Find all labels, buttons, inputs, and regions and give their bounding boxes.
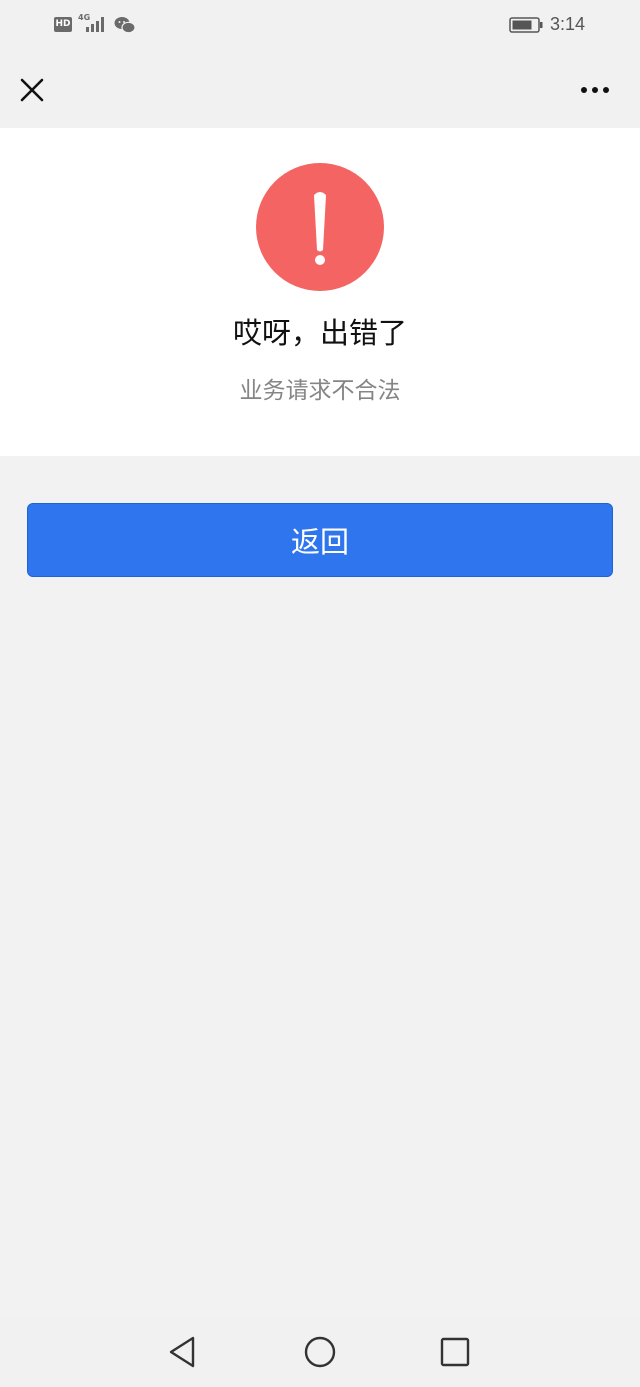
hd-badge: HD [54, 17, 72, 32]
close-button[interactable] [16, 74, 48, 106]
system-home-button[interactable] [303, 1335, 337, 1369]
signal-icon [86, 17, 104, 32]
more-button[interactable] [576, 80, 616, 100]
system-recents-button[interactable] [438, 1335, 472, 1369]
error-title: 哎呀，出错了 [232, 316, 407, 350]
system-navigation-bar [0, 1317, 640, 1387]
back-button[interactable]: 返回 [27, 503, 613, 577]
back-triangle-icon [169, 1336, 195, 1368]
more-icon [581, 87, 609, 93]
system-back-button[interactable] [166, 1335, 200, 1369]
wechat-icon [114, 17, 136, 34]
status-time: 3:14 [550, 14, 586, 34]
top-nav-bar [0, 52, 640, 128]
status-bar: HD 4G 3:14 [0, 0, 640, 52]
home-circle-icon [304, 1336, 336, 1368]
close-icon [20, 78, 44, 102]
warning-icon [256, 163, 384, 291]
error-card: 哎呀，出错了 业务请求不合法 [0, 128, 640, 456]
error-message: 业务请求不合法 [239, 378, 401, 404]
battery-icon [509, 17, 543, 33]
recents-square-icon [440, 1337, 470, 1367]
